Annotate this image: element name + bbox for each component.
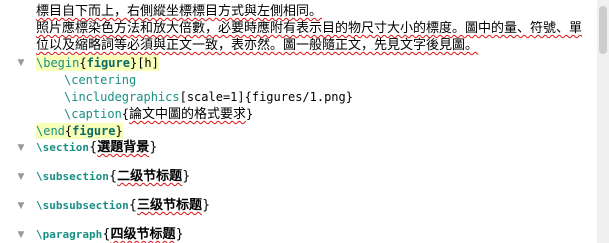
text-line-1[interactable]: 標目自下而上，右側縱坐標標目方式與左側相同。	[36, 4, 322, 20]
caption-command: \caption	[64, 107, 122, 121]
includegraphics-args: [scale=1]{figures/1.png}	[179, 90, 353, 104]
fold-arrow-icon[interactable]: ▼	[16, 230, 26, 240]
begin-command: \begin	[36, 56, 80, 70]
text-line-2[interactable]: 照片應標染色方法和放大倍數，必要時應附有表示目的物尺寸大小的標度。圖中的量、符號…	[36, 21, 582, 37]
subsubsection-line[interactable]: \subsubsection{三级节标题}	[36, 198, 210, 214]
fold-arrow-icon[interactable]: ▼	[16, 201, 26, 211]
subsection-command: \subsection	[36, 170, 109, 183]
begin-figure-line[interactable]: \begin{figure}[h]	[36, 55, 159, 71]
subsection-title: 二级节标题	[117, 169, 183, 184]
paragraph-title: 四级节标题	[110, 227, 176, 242]
end-figure-line[interactable]: \end{figure}	[36, 123, 123, 139]
caption-line[interactable]: \caption{論文中圖的格式要求}	[36, 106, 253, 122]
centering-line[interactable]: \centering	[36, 72, 136, 88]
fold-arrow-icon[interactable]: ▼	[16, 172, 26, 182]
end-command: \end	[36, 124, 65, 138]
caption-text: 論文中圖的格式要求	[129, 107, 247, 122]
paragraph-command: \paragraph	[36, 228, 103, 241]
fold-arrow-icon[interactable]: ▼	[16, 58, 26, 68]
figure-option: [h]	[137, 56, 159, 70]
vertical-scrollbar[interactable]	[597, 0, 609, 243]
figure-env-name: figure	[86, 56, 130, 70]
subsubsection-title: 三级节标题	[137, 198, 203, 213]
latex-editor[interactable]: 標目自下而上，右側縱坐標標目方式與左側相同。 照片應標染色方法和放大倍數，必要時…	[0, 0, 597, 243]
scrollbar-thumb[interactable]	[599, 6, 607, 54]
subsubsection-command: \subsubsection	[36, 199, 129, 212]
end-env-name: figure	[72, 124, 116, 138]
includegraphics-line[interactable]: \includegraphics[scale=1]{figures/1.png}	[36, 89, 353, 105]
fold-arrow-icon[interactable]: ▼	[16, 143, 26, 153]
paragraph-line[interactable]: \paragraph{四级节标题}	[36, 227, 184, 243]
centering-command: \centering	[64, 73, 137, 87]
section-title: 選題背景	[97, 140, 150, 155]
subsection-line[interactable]: \subsection{二级节标题}	[36, 169, 190, 185]
section-command: \section	[36, 141, 89, 154]
section-line[interactable]: \section{選題背景}	[36, 140, 158, 156]
includegraphics-command: \includegraphics	[64, 90, 180, 104]
text-line-3[interactable]: 位以及縮略詞等必須與正文一致，表亦然。圖一般隨正文，先見文字後見圖。	[36, 38, 478, 54]
